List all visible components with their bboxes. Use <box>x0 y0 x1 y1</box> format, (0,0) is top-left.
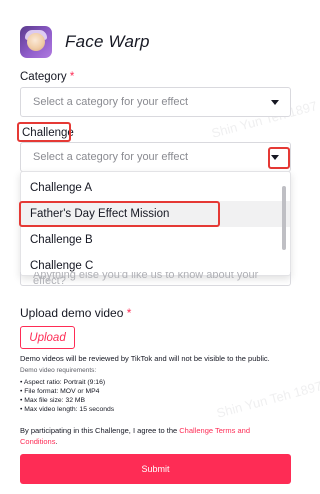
review-note: Demo videos will be reviewed by TikTok a… <box>20 354 270 363</box>
requirement-item: • Max file size: 32 MB <box>20 397 86 404</box>
app-title: Face Warp <box>65 32 150 51</box>
dropdown-scrollbar[interactable] <box>282 186 286 250</box>
terms-prefix: By participating in this Challenge, I ag… <box>20 426 180 435</box>
requirements-title: Demo video requirements: <box>20 367 97 374</box>
app-header: Face Warp <box>20 22 150 62</box>
requirements-list: • Aspect ratio: Portrait (9:16) • File f… <box>20 378 114 414</box>
face-warp-app-icon <box>20 26 52 58</box>
requirement-item: • Aspect ratio: Portrait (9:16) <box>20 379 106 386</box>
submit-button[interactable]: Submit <box>20 454 291 484</box>
description-textarea[interactable]: Anything else you'd like us to know abou… <box>20 272 291 286</box>
category-select[interactable]: Select a category for your effect <box>20 87 291 117</box>
terms-text: By participating in this Challenge, I ag… <box>20 425 275 447</box>
dropdown-arrow-highlight <box>268 147 290 169</box>
chevron-down-icon[interactable] <box>271 100 279 105</box>
challenge-label-highlight <box>17 122 71 142</box>
dropdown-option[interactable]: Challenge B <box>21 227 290 253</box>
description-placeholder: Anything else you'd like us to know abou… <box>33 272 259 286</box>
requirement-item: • Max video length: 15 seconds <box>20 406 115 413</box>
watermark: Shin Yun Teh 1897 <box>214 378 320 421</box>
upload-button[interactable]: Upload <box>20 326 75 349</box>
option-highlight <box>19 201 220 227</box>
category-select-placeholder: Select a category for your effect <box>33 96 189 108</box>
challenge-select[interactable]: Select a category for your effect <box>20 142 291 172</box>
challenge-select-placeholder: Select a category for your effect <box>33 151 189 163</box>
requirement-item: • File format: MOV or MP4 <box>20 388 100 395</box>
category-label: Category * <box>20 71 75 83</box>
dropdown-option[interactable]: Challenge A <box>21 175 290 201</box>
terms-suffix: . <box>55 437 58 446</box>
upload-label: Upload demo video * <box>20 306 132 320</box>
